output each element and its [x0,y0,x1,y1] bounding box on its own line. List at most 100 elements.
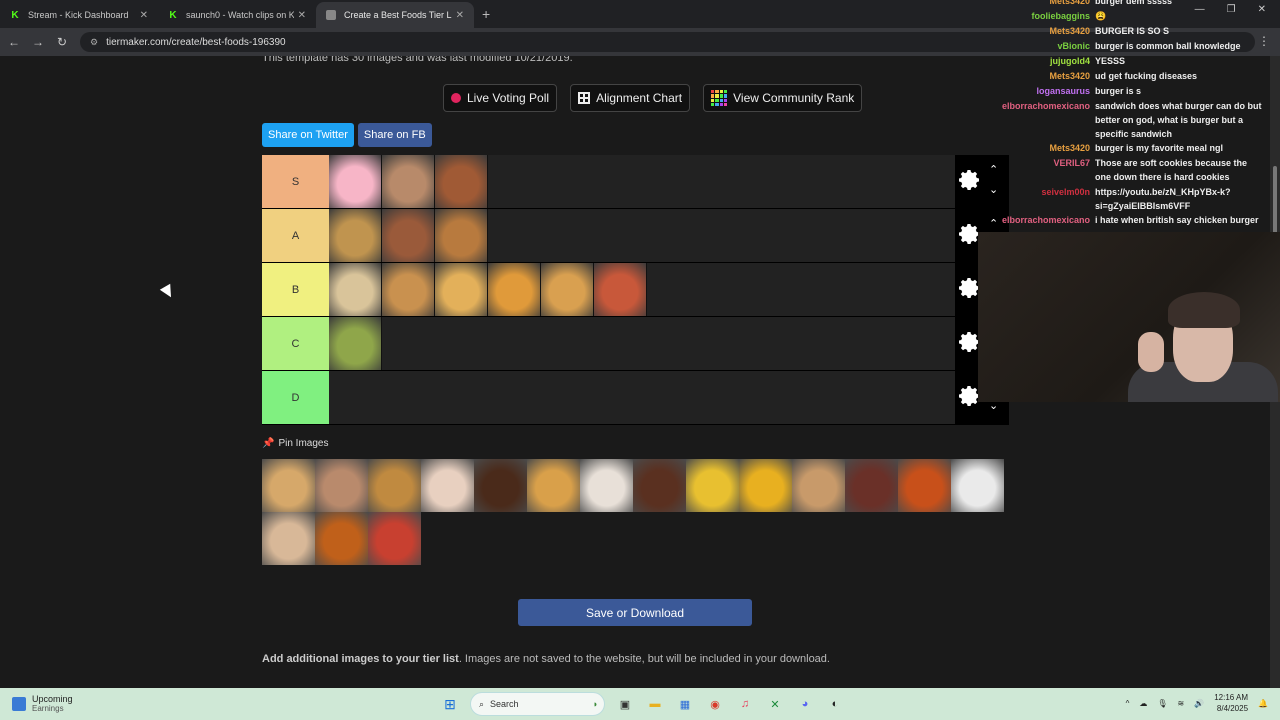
food-image[interactable] [435,209,488,262]
food-image[interactable] [262,459,315,512]
new-tab-button[interactable]: + [482,6,490,22]
chat-text: i hate when british say chicken burger [1095,215,1259,225]
taskbar: Upcoming Earnings ⊞ ⌕ Search ◗ ▣ ▬ ▦ ◉ ♫… [0,688,1280,720]
browser-tab[interactable]: K Stream - Kick Dashboard ✕ [0,2,158,28]
mic-icon[interactable]: 🎙 [1157,699,1167,708]
back-icon[interactable]: ← [2,35,26,49]
chat-username[interactable]: VERIL67 [1053,156,1090,170]
food-image[interactable] [594,263,647,316]
chat-username[interactable]: vBionic [1057,39,1090,53]
clock-date: 8/4/2025 [1216,704,1249,713]
widget-subtitle: Earnings [32,704,64,713]
site-info-icon[interactable]: ⚙ [90,37,98,48]
gear-icon[interactable] [958,168,982,192]
tier-label[interactable]: B [262,263,329,316]
share-twitter-button[interactable]: Share on Twitter [262,123,354,147]
search-icon: ⌕ [479,698,485,709]
food-image[interactable] [845,459,898,512]
obs-icon[interactable]: ◐ [825,694,845,714]
chrome-icon[interactable]: ◉ [705,694,725,714]
food-image[interactable] [329,317,382,370]
tier-label[interactable]: C [262,317,329,370]
food-image[interactable] [329,209,382,262]
close-tab-icon[interactable]: ✕ [140,10,148,21]
food-image[interactable] [368,459,421,512]
chat-username[interactable]: elborrachomexicano [1002,213,1090,227]
pin-images-header[interactable]: 📌 Pin Images [262,438,328,449]
food-image[interactable] [488,263,541,316]
food-image[interactable] [739,459,792,512]
chat-username[interactable]: Mets3420 [1049,141,1090,155]
volume-icon[interactable]: 🔊 [1194,699,1204,708]
tier-label[interactable]: D [262,371,329,424]
chat-username[interactable]: logansaurus [1036,84,1090,98]
discord-icon[interactable]: ◕ [795,694,815,714]
xbox-icon[interactable]: ✕ [765,694,785,714]
close-tab-icon[interactable]: ✕ [298,10,306,21]
food-image[interactable] [527,459,580,512]
chat-text: YESSS [1095,56,1126,66]
chat-username[interactable]: fooliebaggins [1032,9,1091,23]
close-tab-icon[interactable]: ✕ [456,10,464,21]
live-voting-label: Live Voting Poll [467,91,550,105]
tab-title: Stream - Kick Dashboard [28,10,129,20]
reload-icon[interactable]: ↻ [50,35,74,49]
food-image[interactable] [541,263,594,316]
task-view-icon[interactable]: ▣ [615,694,635,714]
food-image[interactable] [474,459,527,512]
forward-icon[interactable]: → [26,35,50,49]
food-image[interactable] [329,263,382,316]
live-voting-button[interactable]: Live Voting Poll [443,84,558,112]
food-image[interactable] [686,459,739,512]
clock[interactable]: 12:16 AM 8/4/2025 [1214,692,1248,714]
food-image[interactable] [421,459,474,512]
tier-label[interactable]: S [262,155,329,208]
community-rank-button[interactable]: View Community Rank [703,84,863,112]
pin-icon: 📌 [262,438,275,449]
chevron-up-icon[interactable]: ⌃ [989,163,998,176]
food-image[interactable] [435,263,488,316]
food-image[interactable] [262,512,315,565]
chat-username[interactable]: jujugold4 [1050,54,1090,68]
food-image[interactable] [951,459,1004,512]
food-image[interactable] [382,263,435,316]
save-download-button[interactable]: Save or Download [518,599,752,626]
food-image[interactable] [792,459,845,512]
cloud-icon[interactable]: ☁ [1139,699,1147,708]
widget-earnings[interactable]: Upcoming Earnings [12,694,73,714]
tier-items [329,155,955,208]
food-image[interactable] [315,459,368,512]
chat-username[interactable]: seivelm00n [1041,185,1090,199]
chat-text: Those are soft cookies because the one d… [1095,158,1248,182]
tier-label[interactable]: A [262,209,329,262]
browser-tab[interactable]: Create a Best Foods Tier List - T ✕ [316,2,474,28]
notification-icon[interactable]: 🔔 [1258,699,1268,708]
food-image[interactable] [580,459,633,512]
wifi-icon[interactable]: ≋ [1178,699,1185,708]
tier-list: S ⌃ ⌄A ⌃ ⌄ B⌃⌄C⌃⌄D⌃⌄ [262,155,1009,425]
chevron-up-icon[interactable]: ⌃ [989,217,998,230]
stream-chat-overlay: Mets3420 burger dem sssss fooliebaggins 😩 Me… [1000,0,1270,232]
food-image[interactable] [633,459,686,512]
file-explorer-icon[interactable]: ▬ [645,694,665,714]
store-icon[interactable]: ▦ [675,694,695,714]
share-fb-button[interactable]: Share on FB [357,123,432,147]
chat-username[interactable]: Mets3420 [1049,24,1090,38]
alignment-chart-button[interactable]: Alignment Chart [570,84,691,112]
music-icon[interactable]: ♫ [735,694,755,714]
chat-username[interactable]: Mets3420 [1049,0,1090,8]
food-image[interactable] [368,512,421,565]
food-image[interactable] [315,512,368,565]
taskbar-search[interactable]: ⌕ Search ◗ [470,692,605,716]
food-image[interactable] [382,209,435,262]
chevron-up-icon[interactable]: ^ [1126,699,1130,708]
food-image[interactable] [435,155,488,208]
chevron-down-icon[interactable]: ⌄ [989,183,998,196]
food-image[interactable] [329,155,382,208]
chat-username[interactable]: Mets3420 [1049,69,1090,83]
chat-username[interactable]: elborrachomexicano [1002,99,1090,113]
browser-tab[interactable]: Ksaunch0 - Watch clips on Kick ✕ [158,2,316,28]
food-image[interactable] [898,459,951,512]
food-image[interactable] [382,155,435,208]
windows-start-icon[interactable]: ⊞ [440,694,460,714]
